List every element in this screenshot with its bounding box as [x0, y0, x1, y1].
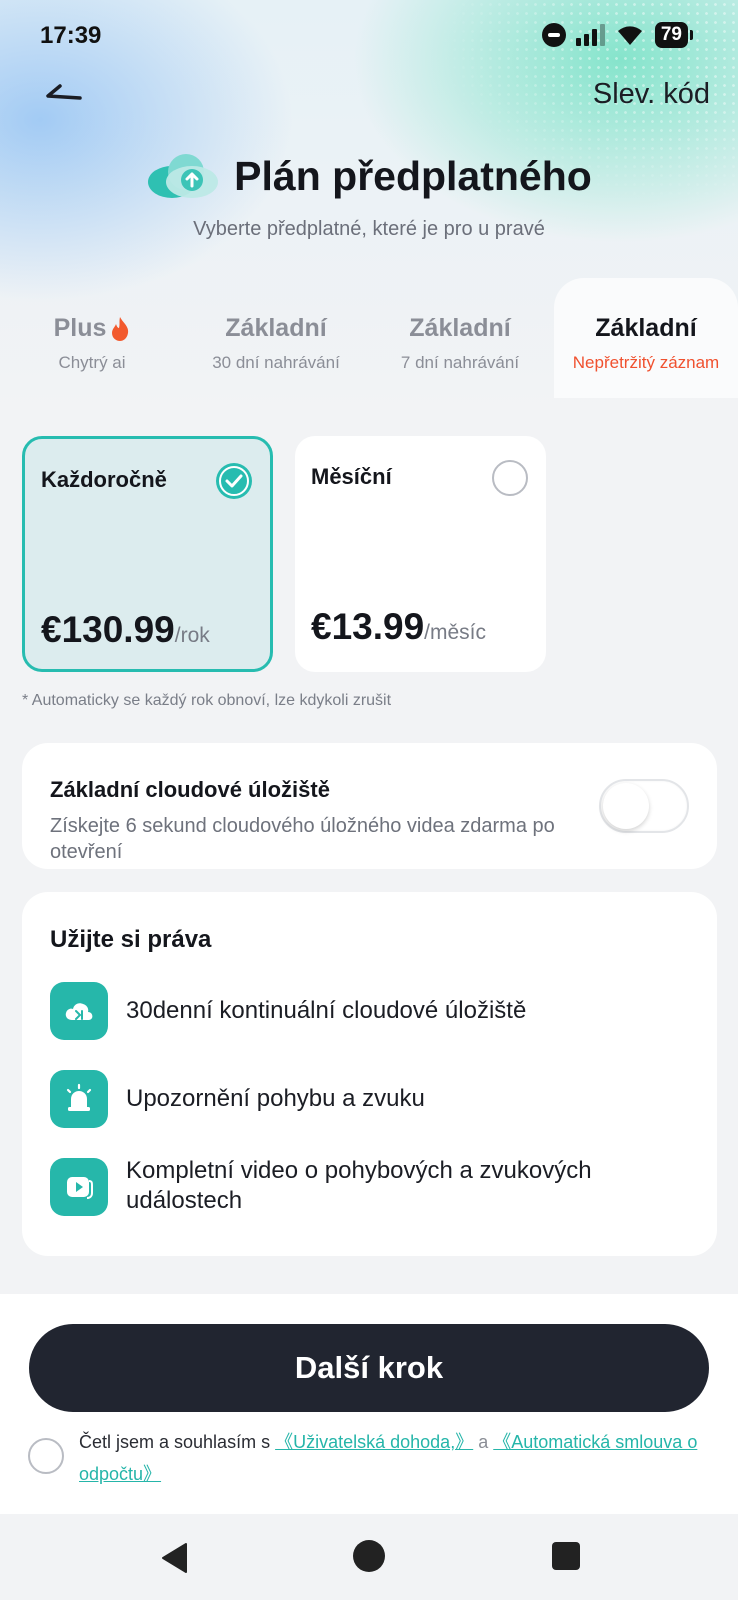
benefits-title: Užijte si práva — [50, 926, 212, 953]
benefit-label: Upozornění pohybu a zvuku — [126, 1085, 425, 1112]
status-icons: 79 — [541, 22, 694, 48]
tab-basic-continuous[interactable]: Základní Nepřetržitý záznam — [554, 278, 738, 398]
battery-indicator: 79 — [654, 22, 694, 48]
plan-price: €13.99/měsíc — [311, 606, 486, 648]
tab-subtitle: Nepřetržitý záznam — [572, 353, 720, 372]
fire-icon — [112, 316, 129, 341]
user-agreement-link[interactable]: 《Uživatelská dohoda,》 — [275, 1432, 473, 1452]
toggle-knob — [603, 783, 649, 829]
tab-subtitle: Chytrý ai — [58, 353, 126, 372]
cloud-storage-title: Základní cloudové úložiště — [50, 777, 330, 802]
plan-tabs: Plus Chytrý ai Základní 30 dní nahrávání… — [0, 278, 738, 398]
price-period: /měsíc — [424, 621, 487, 644]
tab-title: Základní — [595, 314, 697, 342]
benefit-item: Kompletní video o pohybových a zvukových… — [50, 1157, 690, 1216]
nav-back-icon[interactable] — [160, 1542, 188, 1574]
benefit-item: 30denní kontinuální cloudové úložiště — [50, 982, 690, 1040]
tab-plus[interactable]: Plus Chytrý ai — [0, 278, 184, 398]
plan-card-yearly[interactable]: Každoročně €130.99/rok — [22, 436, 273, 672]
tab-subtitle: 30 dní nahrávání — [212, 353, 340, 372]
do-not-disturb-icon — [541, 23, 566, 47]
benefit-label: 30denní kontinuální cloudové úložiště — [126, 997, 527, 1024]
price-amount: €130.99 — [41, 609, 175, 650]
tab-title: Základní — [225, 314, 327, 342]
agreement-checkbox[interactable] — [28, 1438, 64, 1474]
cloud-upload-icon — [148, 154, 219, 198]
selected-check-icon — [216, 463, 252, 499]
promo-code-link[interactable]: Slev. kód — [593, 78, 710, 111]
cloud-storage-icon — [50, 982, 108, 1040]
status-bar: 17:39 79 — [0, 0, 738, 72]
plan-name: Měsíční — [311, 464, 392, 489]
nav-home-icon[interactable] — [353, 1540, 385, 1572]
cloud-storage-toggle[interactable] — [599, 779, 689, 833]
page-title-row: Plán předplatného — [0, 150, 738, 202]
status-time: 17:39 — [40, 22, 102, 49]
plan-price: €130.99/rok — [41, 609, 210, 651]
benefit-label: Kompletní video o pohybových a zvukových… — [126, 1157, 592, 1214]
cloud-storage-card: Základní cloudové úložiště Získejte 6 se… — [22, 743, 717, 869]
plan-card-monthly[interactable]: Měsíční €13.99/měsíc — [295, 436, 546, 672]
benefits-card: Užijte si práva 30denní kontinuální clou… — [22, 892, 717, 1256]
alarm-icon — [50, 1070, 108, 1128]
agreement-and: a — [478, 1432, 489, 1452]
back-arrow-icon[interactable] — [40, 78, 92, 118]
next-step-button[interactable]: Další krok — [29, 1324, 709, 1412]
page-title: Plán předplatného — [234, 152, 592, 199]
bottom-action-area: Další krok Četl jsem a souhlasím s 《Uživ… — [0, 1294, 738, 1514]
agreement-text: Četl jsem a souhlasím s 《Uživatelská doh… — [79, 1426, 709, 1490]
tab-subtitle: 7 dní nahrávání — [400, 353, 520, 372]
price-period: /rok — [174, 624, 210, 647]
plan-name: Každoročně — [41, 467, 167, 492]
tab-title: Plus — [53, 314, 107, 342]
benefit-item: Upozornění pohybu a zvuku — [50, 1070, 690, 1128]
signal-icon — [575, 24, 605, 46]
tab-basic-7-days[interactable]: Základní 7 dní nahrávání — [368, 278, 552, 398]
radio-unchecked-icon — [492, 460, 528, 496]
agreement-prefix: Četl jsem a souhlasím s — [79, 1432, 271, 1452]
nav-recents-icon[interactable] — [552, 1542, 580, 1570]
price-amount: €13.99 — [311, 606, 425, 647]
video-play-icon — [50, 1158, 108, 1216]
renewal-note: * Automaticky se každý rok obnoví, lze k… — [22, 692, 392, 709]
page-subtitle: Vyberte předplatné, které je pro u pravé — [193, 218, 545, 240]
system-navigation-bar — [0, 1514, 738, 1600]
tab-title: Základní — [409, 314, 511, 342]
cloud-storage-description: Získejte 6 sekund cloudového úložného vi… — [50, 815, 555, 863]
wifi-icon — [617, 26, 642, 45]
tab-basic-30-days[interactable]: Základní 30 dní nahrávání — [184, 278, 368, 398]
